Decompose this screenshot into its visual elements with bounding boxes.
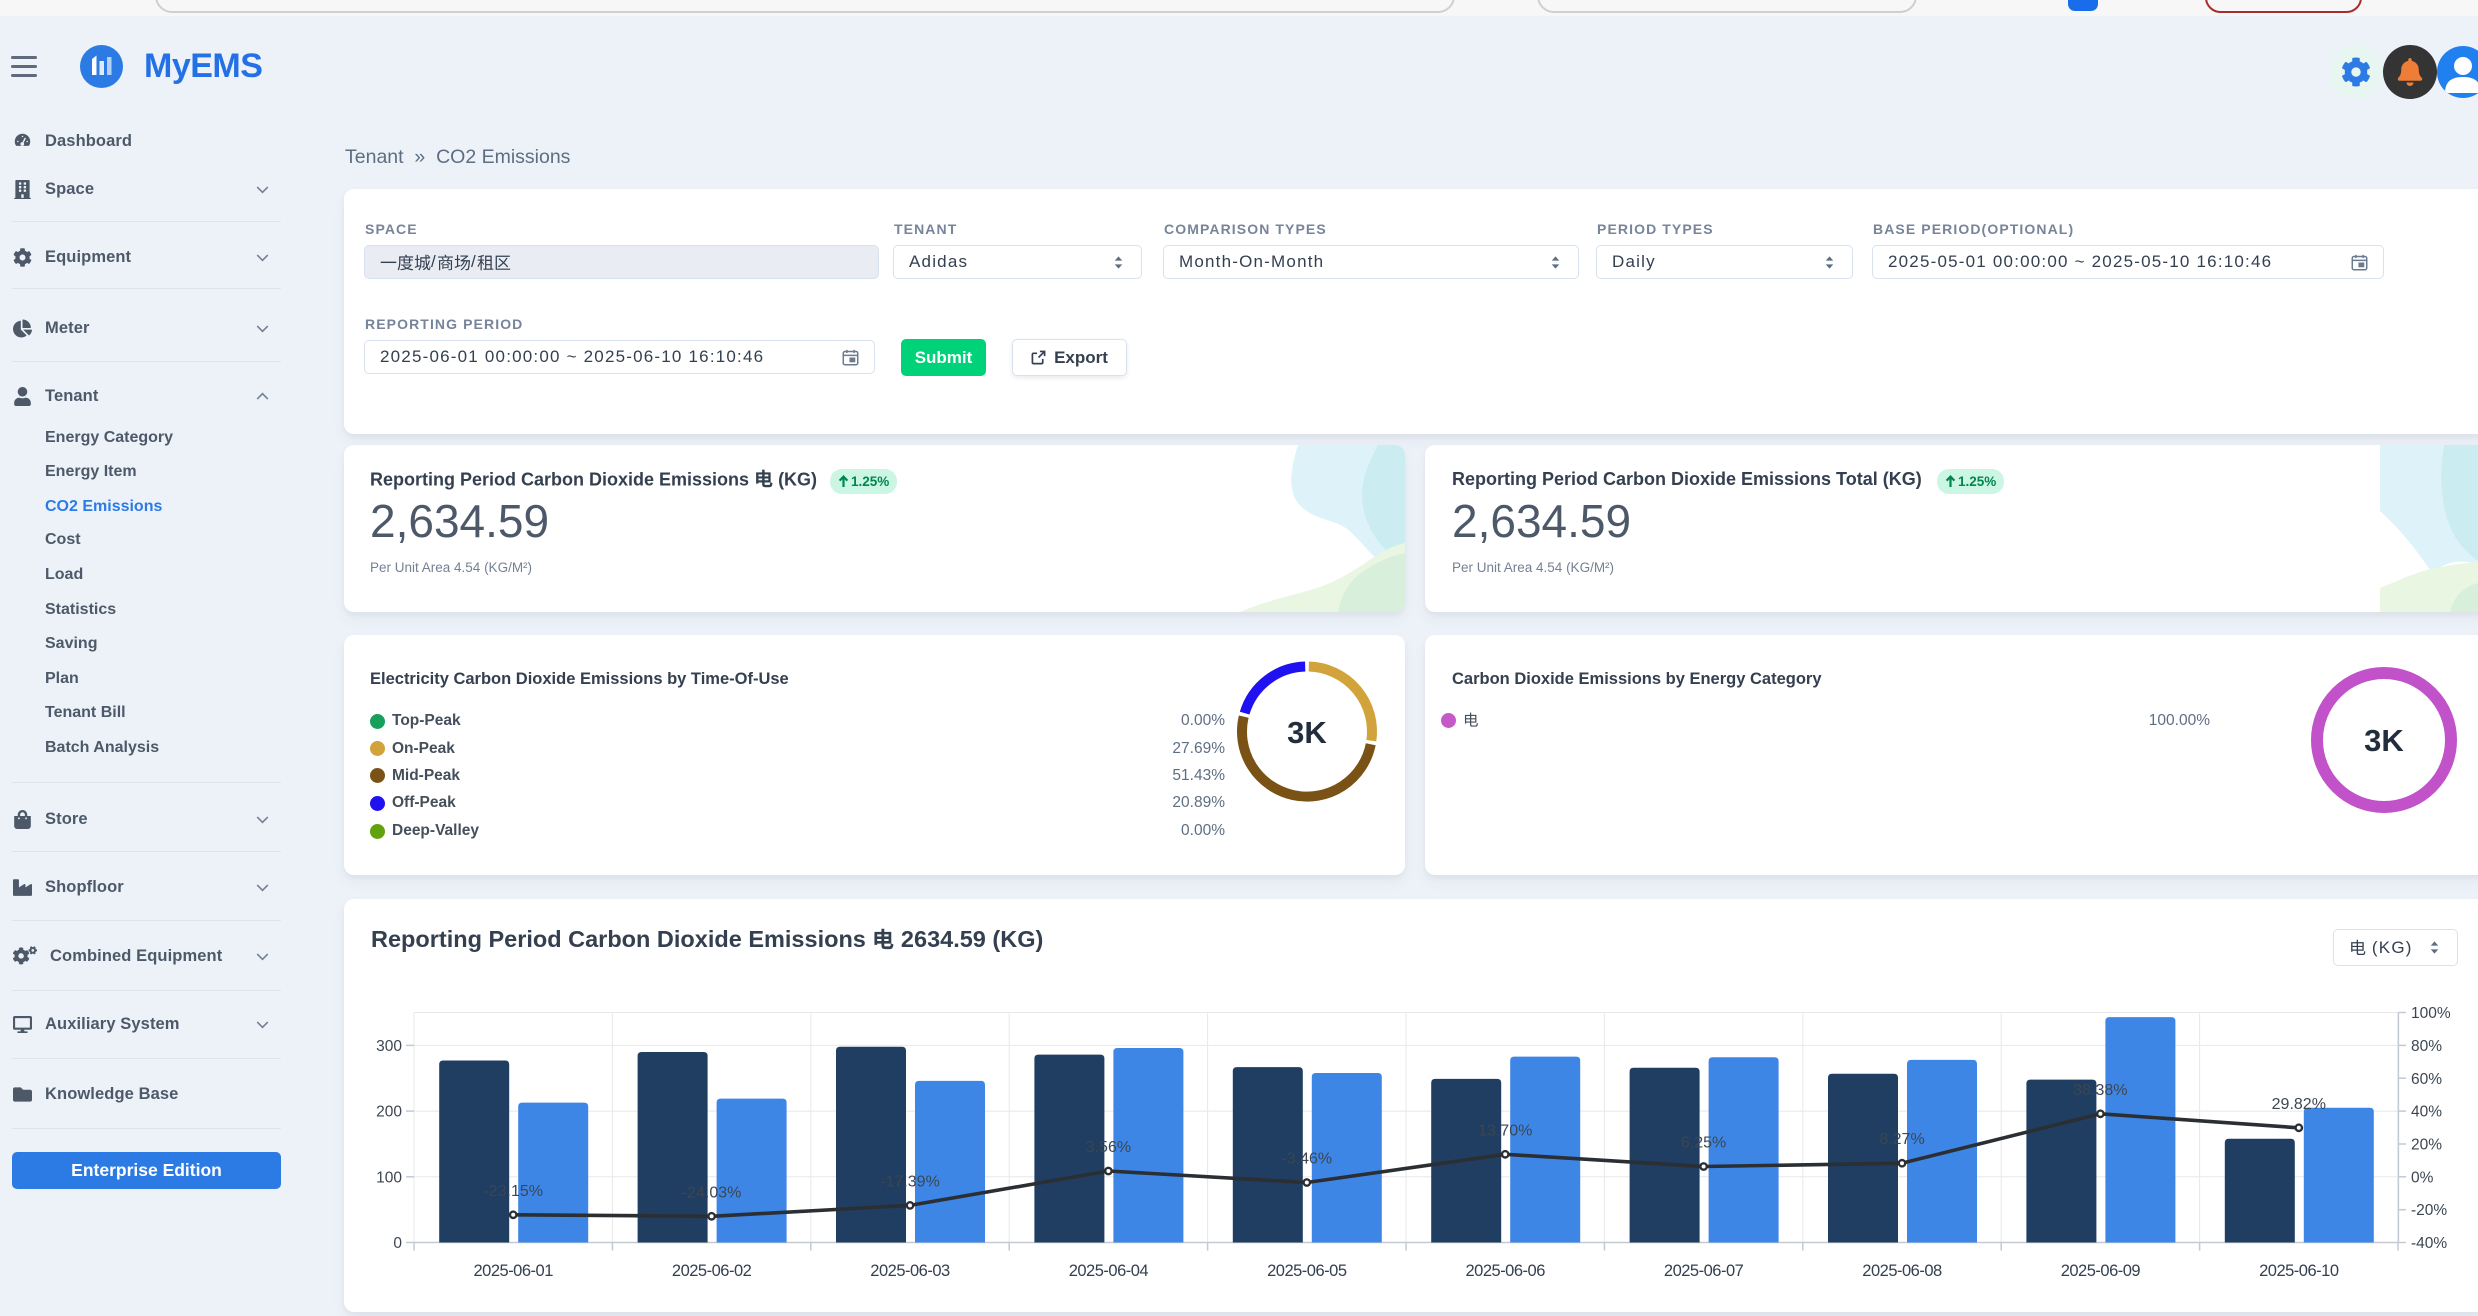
svg-text:38.38%: 38.38% bbox=[2073, 1082, 2127, 1099]
svg-text:2025-06-01: 2025-06-01 bbox=[473, 1262, 553, 1280]
svg-text:2025-06-08: 2025-06-08 bbox=[1862, 1262, 1942, 1280]
svg-text:2025-06-05: 2025-06-05 bbox=[1267, 1262, 1347, 1280]
svg-text:3K: 3K bbox=[2364, 723, 2404, 758]
svg-text:200: 200 bbox=[376, 1104, 402, 1121]
svg-text:2025-06-07: 2025-06-07 bbox=[1664, 1262, 1744, 1280]
svg-text:-3.46%: -3.46% bbox=[1281, 1151, 1332, 1168]
svg-text:13.70%: 13.70% bbox=[1478, 1122, 1532, 1139]
svg-text:-17.39%: -17.39% bbox=[880, 1173, 940, 1190]
svg-text:3K: 3K bbox=[1287, 715, 1327, 750]
svg-text:40%: 40% bbox=[2411, 1104, 2442, 1121]
svg-text:2025-06-06: 2025-06-06 bbox=[1465, 1262, 1545, 1280]
svg-text:2025-06-04: 2025-06-04 bbox=[1069, 1262, 1149, 1280]
svg-text:3.56%: 3.56% bbox=[1086, 1139, 1131, 1156]
svg-text:300: 300 bbox=[376, 1038, 402, 1055]
svg-text:20%: 20% bbox=[2411, 1137, 2442, 1154]
svg-text:0: 0 bbox=[393, 1235, 402, 1252]
svg-text:2025-06-09: 2025-06-09 bbox=[2061, 1262, 2141, 1280]
svg-text:6.25%: 6.25% bbox=[1681, 1135, 1726, 1152]
svg-text:29.82%: 29.82% bbox=[2272, 1096, 2326, 1113]
svg-text:-20%: -20% bbox=[2411, 1202, 2447, 1219]
svg-text:-23.15%: -23.15% bbox=[483, 1183, 543, 1200]
svg-text:-40%: -40% bbox=[2411, 1235, 2447, 1252]
svg-text:80%: 80% bbox=[2411, 1038, 2442, 1055]
svg-text:100%: 100% bbox=[2411, 1005, 2451, 1022]
svg-text:2025-06-03: 2025-06-03 bbox=[870, 1262, 950, 1280]
svg-text:0%: 0% bbox=[2411, 1169, 2434, 1186]
svg-text:60%: 60% bbox=[2411, 1071, 2442, 1088]
svg-text:-24.03%: -24.03% bbox=[682, 1184, 742, 1201]
svg-text:2025-06-02: 2025-06-02 bbox=[672, 1262, 752, 1280]
svg-text:2025-06-10: 2025-06-10 bbox=[2259, 1262, 2339, 1280]
svg-text:100: 100 bbox=[376, 1169, 402, 1186]
svg-text:8.27%: 8.27% bbox=[1879, 1131, 1924, 1148]
